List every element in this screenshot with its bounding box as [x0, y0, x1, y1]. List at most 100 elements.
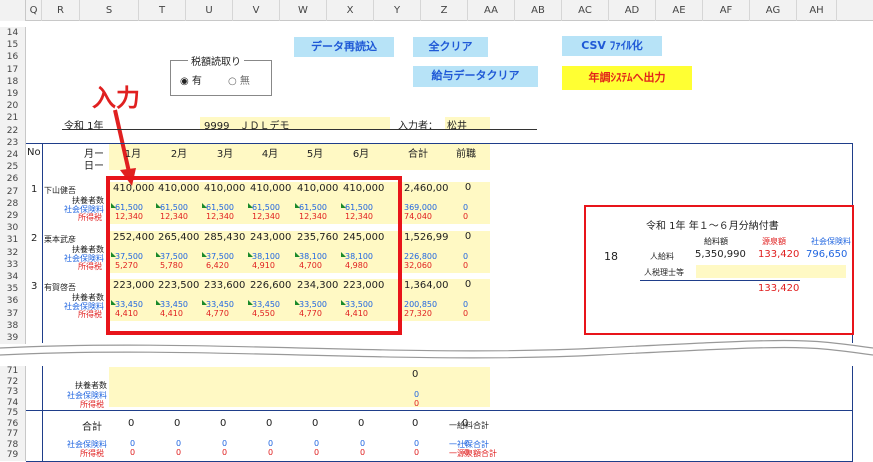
radio-yes[interactable]: ◉ 有 [180, 72, 202, 87]
bottom-social-zero: 0 [130, 439, 136, 448]
row-header-31[interactable]: 31 [0, 234, 26, 247]
summary-row1-salary: 5,350,990 [695, 249, 746, 260]
break-separator [0, 339, 873, 359]
row-header-15[interactable]: 15 [0, 39, 26, 52]
reload-button[interactable]: データ再読込 [294, 37, 394, 57]
header-month-5: 5月 [306, 149, 324, 160]
column-header-t[interactable]: T [139, 0, 186, 21]
header-prev: 前職 [456, 149, 476, 160]
bottom-zero-z71: 0 [412, 369, 419, 380]
row-header-20[interactable]: 20 [0, 100, 26, 113]
bottom-tax-total-label: 一源泉額合計 [449, 449, 497, 458]
header-month-1: 1月 [124, 149, 142, 160]
row-header-76[interactable]: 76 [0, 418, 26, 429]
column-header-bar: Q R S T U V W X Y Z AA AB AC AD AE AF AG AH [0, 0, 873, 21]
input-area-bottom [109, 367, 490, 407]
row-header-18[interactable]: 18 [0, 75, 26, 88]
tax-label: 所得税 [78, 262, 102, 271]
employee-no: 1 [31, 184, 38, 195]
select-all-corner[interactable] [0, 0, 26, 21]
column-header-z[interactable]: Z [421, 0, 468, 21]
row-header-36[interactable]: 36 [0, 295, 26, 308]
row-header-30[interactable]: 30 [0, 222, 26, 235]
bottom-frame-right [852, 366, 853, 462]
row-header-78[interactable]: 78 [0, 439, 26, 450]
table-frame-left [42, 143, 43, 343]
column-header-af[interactable]: AF [703, 0, 750, 21]
bottom-total-label: 合計 [82, 422, 102, 433]
column-header-aa[interactable]: AA [468, 0, 515, 21]
tax-label: 所得税 [78, 213, 102, 222]
row-header-35[interactable]: 35 [0, 283, 26, 296]
bottom-tax-label: 所得税 [80, 400, 104, 409]
column-header-x[interactable]: X [327, 0, 374, 21]
column-header-ae[interactable]: AE [656, 0, 703, 21]
bottom-tax-zero: 0 [414, 448, 420, 457]
radio-no-label: 無 [239, 76, 250, 87]
row-header-17[interactable]: 17 [0, 63, 26, 76]
bottom-tax-label-2: 所得税 [80, 449, 104, 458]
row-header-75[interactable]: 75 [0, 408, 26, 419]
row-header-24[interactable]: 24 [0, 149, 26, 162]
bottom-social-zero: 0 [222, 439, 228, 448]
row-header-32[interactable]: 32 [0, 246, 26, 259]
row-header-16[interactable]: 16 [0, 51, 26, 64]
column-header-ah[interactable]: AH [797, 0, 837, 21]
column-header-ac[interactable]: AC [562, 0, 609, 21]
row-header-34[interactable]: 34 [0, 271, 26, 284]
row-header-28[interactable]: 28 [0, 197, 26, 210]
row-header-27[interactable]: 27 [0, 185, 26, 198]
row-header-21[interactable]: 21 [0, 112, 26, 125]
column-header-ab[interactable]: AB [515, 0, 562, 21]
column-header-r[interactable]: R [42, 0, 80, 21]
row-header-14[interactable]: 14 [0, 27, 26, 40]
clear-all-button[interactable]: 全クリア [413, 37, 488, 57]
column-header-ag[interactable]: AG [750, 0, 797, 21]
row-header-22[interactable]: 22 [0, 124, 26, 137]
row-header-71[interactable]: 71 [0, 366, 26, 377]
radio-unchecked-icon: ○ [228, 76, 237, 87]
row-header-72[interactable]: 72 [0, 376, 26, 387]
column-header-q[interactable]: Q [26, 0, 42, 21]
csv-button[interactable]: CSV ﾌｧｲﾙ化 [562, 36, 662, 56]
export-button[interactable]: 年調ｼｽﾃﾑへ出力 [562, 66, 692, 90]
row-header-39[interactable]: 39 [0, 332, 26, 345]
row-header-38[interactable]: 38 [0, 319, 26, 332]
bottom-social-zero: 0 [464, 439, 470, 448]
bottom-social-zero: 0 [176, 439, 182, 448]
prev-tax: 0 [463, 212, 469, 221]
bottom-tax-zero: 0 [314, 448, 320, 457]
header-total: 合計 [408, 149, 428, 160]
row-header-33[interactable]: 33 [0, 258, 26, 271]
employee-no: 3 [31, 281, 38, 292]
column-header-w[interactable]: W [280, 0, 327, 21]
column-header-v[interactable]: V [233, 0, 280, 21]
employee-no: 2 [31, 233, 38, 244]
bottom-total-value: 0 [412, 418, 419, 429]
row-header-19[interactable]: 19 [0, 88, 26, 101]
column-header-u[interactable]: U [186, 0, 233, 21]
bottom-social-zero: 0 [414, 439, 420, 448]
column-header-s[interactable]: S [80, 0, 139, 21]
radio-yes-label: 有 [191, 76, 202, 87]
summary-row1-label: 人給料 [650, 252, 674, 261]
summary-col-tax: 源泉額 [762, 237, 786, 246]
radio-no[interactable]: ○ 無 [228, 72, 250, 87]
row-header-73[interactable]: 73 [0, 387, 26, 398]
clear-salary-button[interactable]: 給与データクリア [413, 66, 538, 87]
bottom-frame-left [42, 366, 43, 462]
summary-row2-cell [696, 265, 846, 278]
bottom-social-zero: 0 [268, 439, 274, 448]
row-header-74[interactable]: 74 [0, 397, 26, 408]
column-header-y[interactable]: Y [374, 0, 421, 21]
social-total: 369,000 [404, 203, 438, 212]
column-header-ad[interactable]: AD [609, 0, 656, 21]
row-header-23[interactable]: 23 [0, 136, 26, 149]
row-header-29[interactable]: 29 [0, 210, 26, 223]
row-header-79[interactable]: 79 [0, 450, 26, 461]
header-month-6: 6月 [352, 149, 370, 160]
row-header-77[interactable]: 77 [0, 429, 26, 440]
row-header-26[interactable]: 26 [0, 173, 26, 186]
row-header-25[interactable]: 25 [0, 161, 26, 174]
row-header-37[interactable]: 37 [0, 307, 26, 320]
